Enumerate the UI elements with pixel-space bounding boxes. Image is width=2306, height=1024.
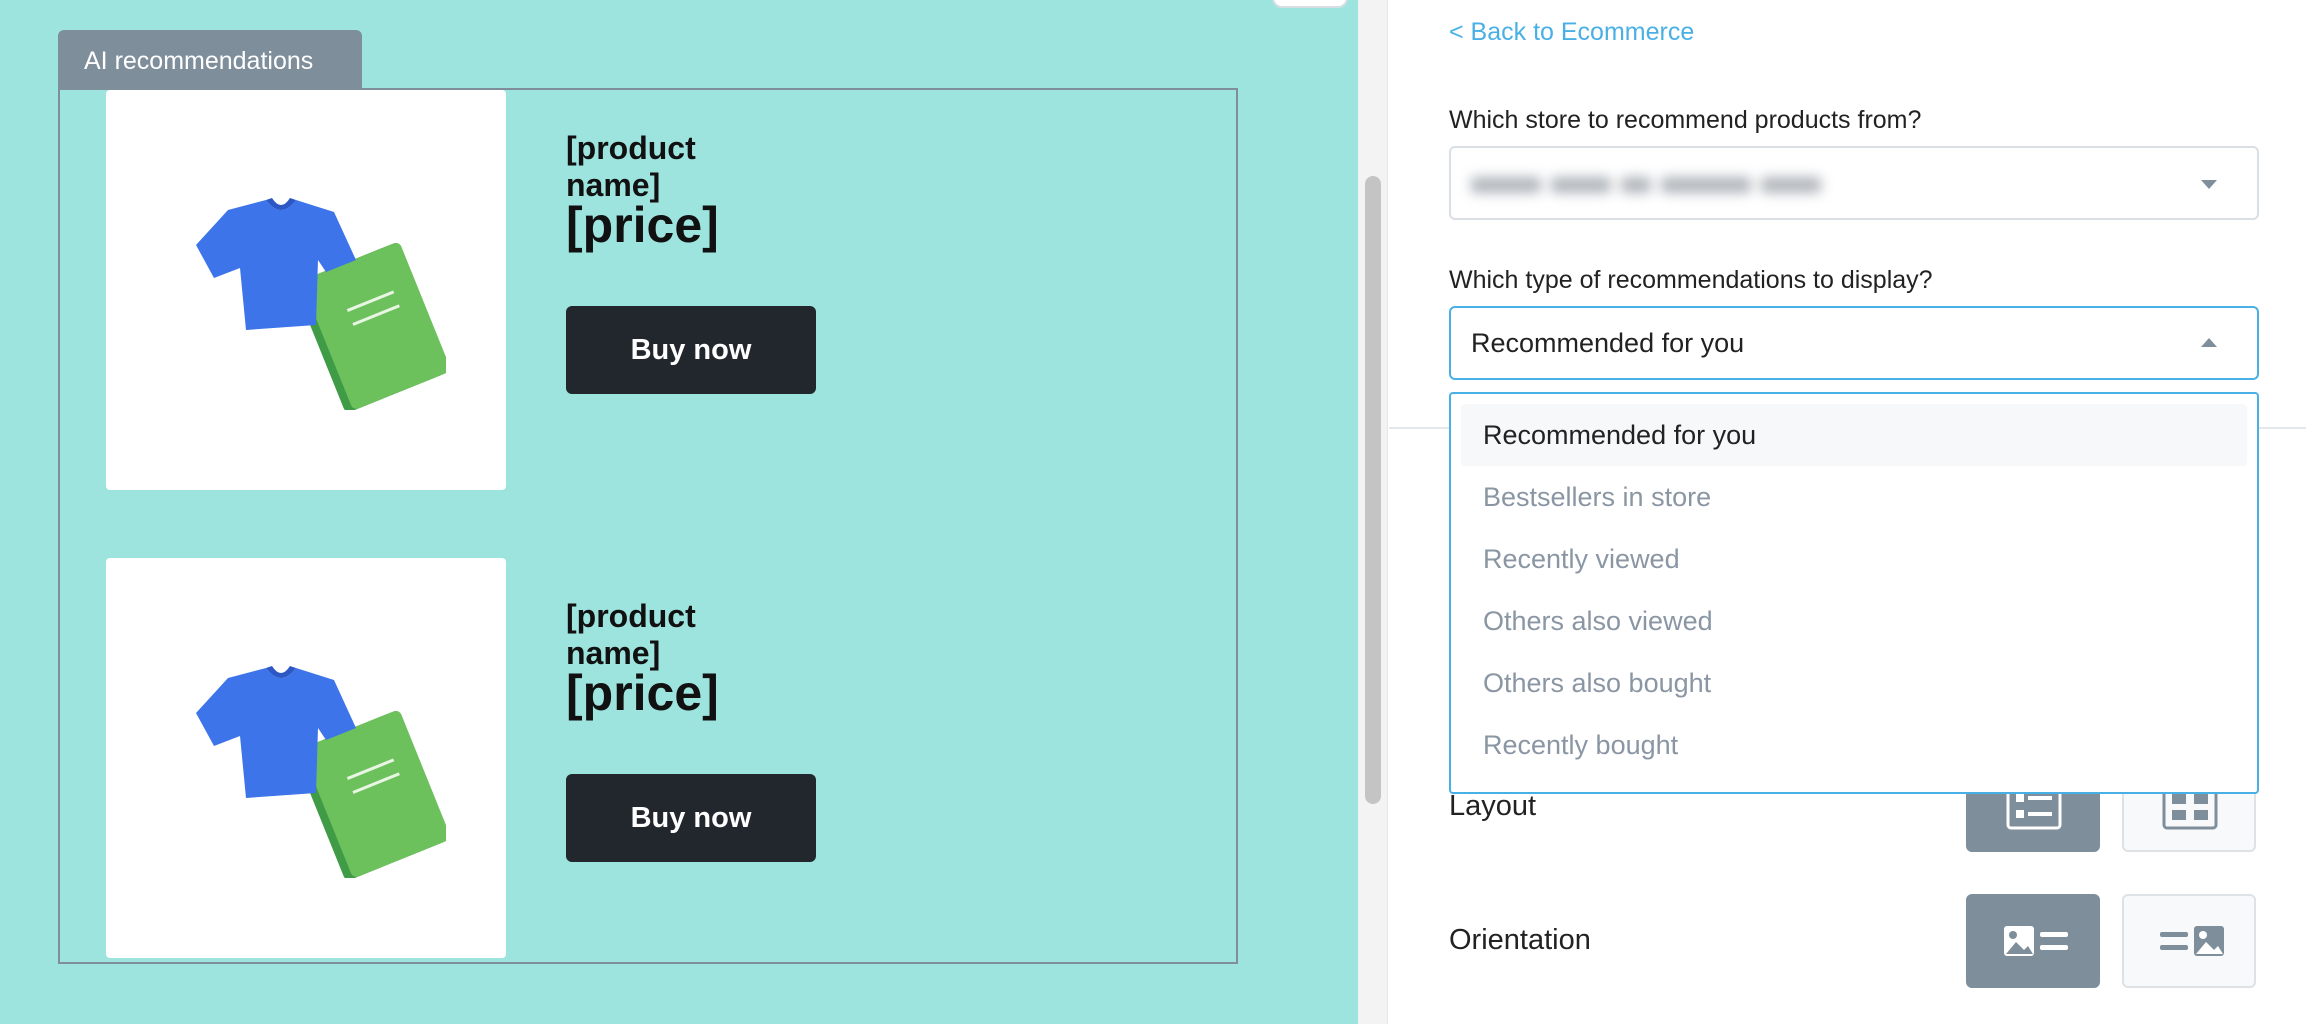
buy-now-button[interactable]: Buy now (566, 774, 816, 862)
image-left-icon (2004, 926, 2068, 956)
tshirt-book-illustration (196, 666, 446, 878)
block-tab-label[interactable]: AI recommendations (58, 30, 362, 88)
dropdown-option-recently-viewed[interactable]: Recently viewed (1461, 528, 2247, 590)
dropdown-option-others-also-viewed[interactable]: Others also viewed (1461, 590, 2247, 652)
tshirt-book-illustration (196, 198, 446, 410)
store-question-label: Which store to recommend products from? (1449, 106, 1922, 134)
store-select-value-redacted (1471, 170, 1871, 200)
product-card: [product name] [price] Buy now (106, 558, 816, 958)
dropdown-option-bestsellers-in-store[interactable]: Bestsellers in store (1461, 466, 2247, 528)
orientation-image-right-button[interactable] (2122, 894, 2256, 988)
store-select[interactable] (1449, 146, 2259, 220)
product-name: [product name] (566, 598, 696, 671)
image-right-icon (2160, 926, 2224, 956)
orientation-image-left-button[interactable] (1966, 894, 2100, 988)
product-name: [product name] (566, 130, 696, 203)
canvas-scrollbar[interactable] (1358, 0, 1388, 1024)
product-card: [product name] [price] Buy now (106, 90, 816, 490)
caret-up-icon (2201, 338, 2217, 347)
scrollbar-thumb[interactable] (1365, 176, 1381, 804)
dropdown-option-others-also-bought[interactable]: Others also bought (1461, 652, 2247, 714)
recommendation-type-dropdown: Recommended for you Bestsellers in store… (1449, 392, 2259, 794)
recommendation-type-select[interactable]: Recommended for you (1449, 306, 2259, 380)
product-price: [price] (566, 665, 719, 721)
canvas-corner-button[interactable] (1272, 0, 1348, 8)
recommendation-type-value: Recommended for you (1471, 328, 1745, 358)
product-image (106, 558, 506, 958)
dropdown-option-recently-bought[interactable]: Recently bought (1461, 714, 2247, 776)
orientation-label: Orientation (1449, 924, 1591, 956)
type-question-label: Which type of recommendations to display… (1449, 266, 1933, 294)
caret-down-icon (2201, 180, 2217, 189)
dropdown-option-recommended-for-you[interactable]: Recommended for you (1461, 404, 2247, 466)
back-to-ecommerce-link[interactable]: < Back to Ecommerce (1449, 18, 1694, 47)
buy-now-button[interactable]: Buy now (566, 306, 816, 394)
product-price: [price] (566, 197, 719, 253)
product-image (106, 90, 506, 490)
editor-canvas: AI recommendations [product name] [price… (0, 0, 1358, 1024)
layout-label: Layout (1449, 790, 1537, 822)
